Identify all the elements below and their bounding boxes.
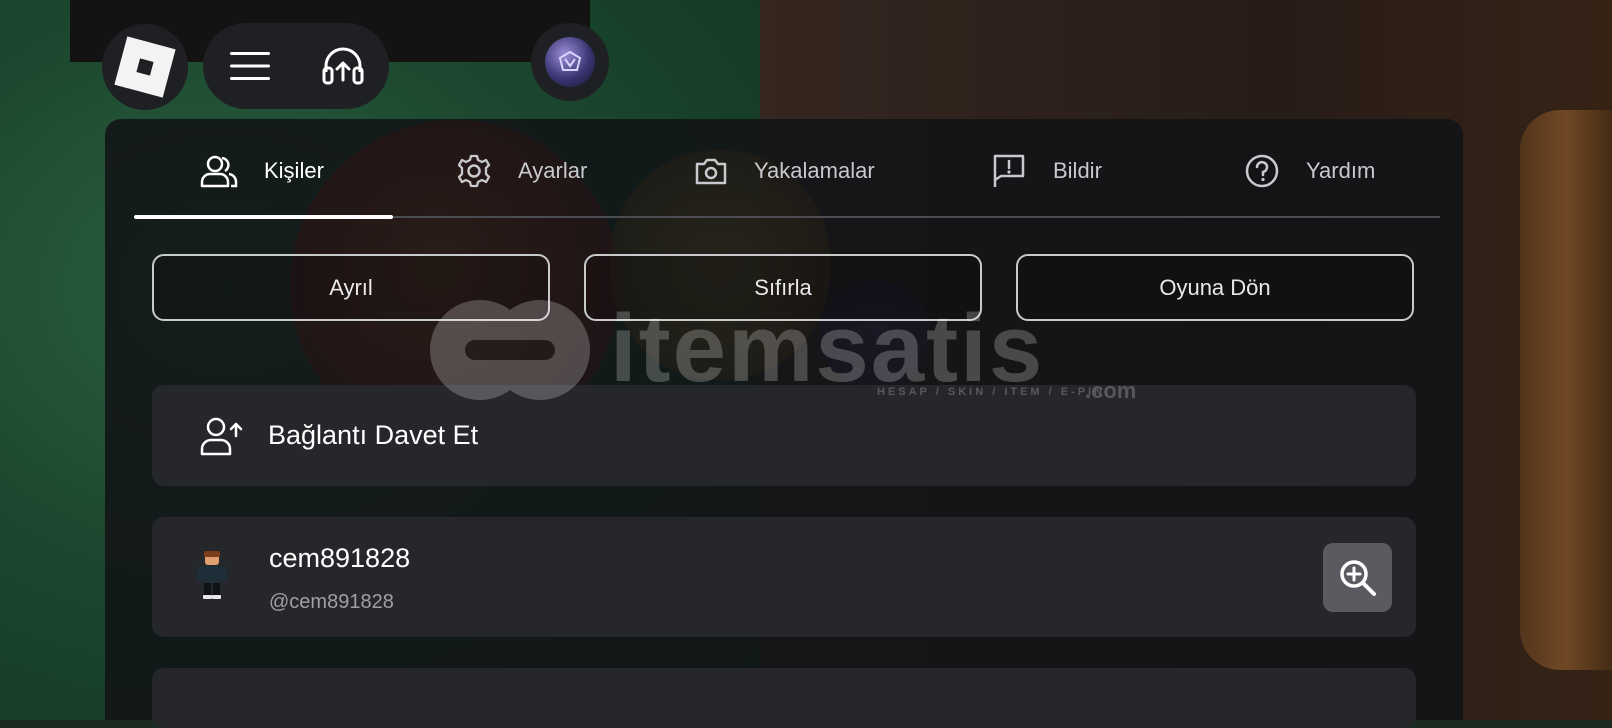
- add-person-icon: [200, 414, 244, 458]
- invite-label: Bağlantı Davet Et: [268, 420, 479, 450]
- tab-active-indicator: [134, 215, 393, 219]
- leave-button[interactable]: Ayrıl: [152, 254, 550, 321]
- question-icon: [1245, 154, 1279, 188]
- camera-icon: [695, 158, 727, 185]
- tab-bar: Kişiler Ayarlar Yakalamalar Bildir Yardı…: [134, 140, 1440, 219]
- inspect-player-button[interactable]: [1323, 543, 1392, 612]
- tab-help-label: Yardım: [1306, 158, 1376, 183]
- menu-button[interactable]: [220, 36, 280, 96]
- player-row: cem891828 @cem891828: [152, 517, 1416, 637]
- tab-people-label: Kişiler: [264, 158, 324, 183]
- player-avatar: [197, 551, 227, 599]
- tab-report[interactable]: Bildir: [991, 150, 1102, 192]
- tab-captures[interactable]: Yakalamalar: [694, 150, 875, 192]
- tab-people[interactable]: Kişiler: [200, 150, 324, 192]
- reset-button[interactable]: Sıfırla: [584, 254, 982, 321]
- tab-captures-label: Yakalamalar: [754, 158, 875, 183]
- invite-connection-button[interactable]: Bağlantı Davet Et: [152, 385, 1416, 486]
- avatar-badge-icon: [545, 37, 595, 87]
- resume-button[interactable]: Oyuna Dön: [1016, 254, 1414, 321]
- avatar-button[interactable]: [531, 23, 609, 101]
- player-row-next: [152, 668, 1416, 728]
- gear-icon: [457, 154, 491, 188]
- hamburger-menu-icon: [229, 52, 270, 80]
- people-icon: [200, 155, 238, 188]
- roblox-logo-button[interactable]: [102, 24, 188, 110]
- tab-settings[interactable]: Ayarlar: [456, 150, 587, 192]
- top-controls-pill: [203, 23, 389, 109]
- player-username: @cem891828: [269, 591, 394, 613]
- tab-report-label: Bildir: [1053, 158, 1102, 183]
- voice-chat-button[interactable]: [313, 36, 373, 96]
- headset-upload-icon: [322, 47, 363, 85]
- player-display-name: cem891828: [269, 543, 411, 573]
- zoom-in-icon: [1339, 559, 1376, 596]
- tab-settings-label: Ayarlar: [518, 158, 588, 183]
- roblox-logo-icon: [114, 36, 176, 98]
- flag-icon: [993, 154, 1025, 187]
- tab-help[interactable]: Yardım: [1244, 150, 1375, 192]
